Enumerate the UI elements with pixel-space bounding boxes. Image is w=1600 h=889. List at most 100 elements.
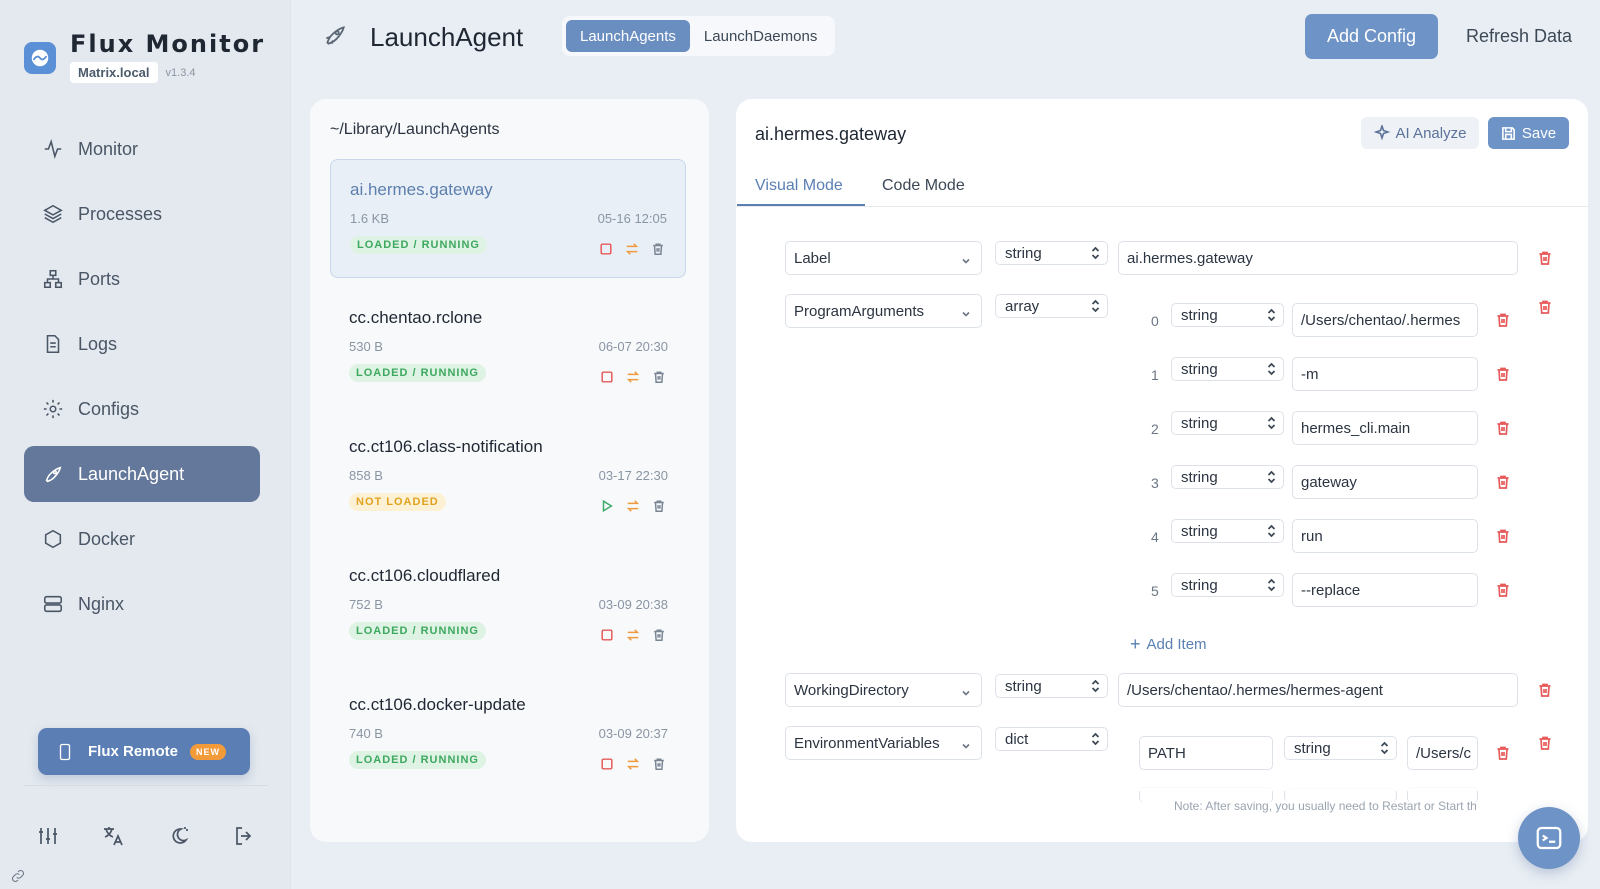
trash-icon[interactable]	[1495, 528, 1511, 549]
ai-analyze-button[interactable]: AI Analyze	[1361, 117, 1479, 149]
key-select-value: ProgramArguments	[794, 302, 925, 320]
theme-icon[interactable]	[167, 824, 191, 848]
stop-icon[interactable]	[599, 242, 613, 256]
type-select[interactable]: string	[995, 241, 1108, 265]
item-date: 06-07 20:30	[598, 339, 668, 354]
restart-icon[interactable]	[626, 628, 640, 642]
restart-icon[interactable]	[626, 499, 640, 513]
key-select[interactable]: ProgramArguments	[785, 294, 982, 328]
value-input[interactable]: /Users/chentao/.hermes	[1292, 303, 1478, 337]
list-item[interactable]: cc.ct106.class-notification 858 B 03-17 2…	[330, 417, 686, 536]
trash-icon[interactable]	[1495, 474, 1511, 495]
sidebar-item-launchagent[interactable]: LaunchAgent	[24, 446, 260, 502]
restart-icon[interactable]	[626, 757, 640, 771]
trash-icon[interactable]	[1537, 250, 1553, 271]
tab-launchagents[interactable]: LaunchAgents	[566, 20, 690, 52]
tab-visual-mode[interactable]: Visual Mode	[755, 177, 843, 195]
save-icon	[1501, 126, 1515, 140]
trash-icon[interactable]	[651, 242, 665, 256]
trash-icon[interactable]	[1495, 745, 1511, 766]
env-value-input[interactable]: /Users/c	[1407, 736, 1478, 770]
sidebar-item-label: Docker	[78, 528, 136, 549]
sidebar-item-processes[interactable]: Processes	[24, 186, 260, 242]
type-select[interactable]: string	[1284, 736, 1397, 760]
logout-icon[interactable]	[232, 824, 256, 848]
trash-icon[interactable]	[1495, 366, 1511, 387]
list-path: ~/Library/LaunchAgents	[330, 121, 500, 138]
trash-icon[interactable]	[652, 499, 666, 513]
type-select-value: string	[1181, 414, 1218, 432]
stop-icon[interactable]	[600, 370, 614, 384]
terminal-button[interactable]	[1518, 807, 1580, 869]
sidebar-item-ports[interactable]: Ports	[24, 251, 260, 307]
restart-icon[interactable]	[625, 242, 639, 256]
editor-tabs: Visual Mode Code Mode	[736, 167, 1588, 207]
trash-icon[interactable]	[1537, 299, 1553, 320]
type-select[interactable]: string	[1171, 303, 1284, 327]
phone-icon	[59, 743, 71, 760]
value-input[interactable]: run	[1292, 519, 1478, 553]
trash-icon[interactable]	[1495, 582, 1511, 603]
type-select[interactable]: string	[1171, 411, 1284, 435]
list-item[interactable]: cc.chentao.rclone 530 B 06-07 20:30 LOADE…	[330, 288, 686, 407]
env-key-input[interactable]: PATH	[1139, 736, 1273, 770]
type-select[interactable]: array	[995, 294, 1108, 318]
trash-icon[interactable]	[652, 628, 666, 642]
value-input[interactable]: hermes_cli.main	[1292, 411, 1478, 445]
translate-icon[interactable]	[101, 824, 125, 848]
trash-icon[interactable]	[652, 757, 666, 771]
trash-icon[interactable]	[1537, 682, 1553, 703]
stop-icon[interactable]	[600, 757, 614, 771]
stop-icon[interactable]	[600, 628, 614, 642]
save-button[interactable]: Save	[1488, 117, 1569, 149]
value-input[interactable]: --replace	[1292, 573, 1478, 607]
trash-icon[interactable]	[652, 370, 666, 384]
sidebar-item-label: Monitor	[78, 138, 139, 159]
updown-icon	[1267, 578, 1276, 596]
type-select[interactable]: string	[995, 674, 1108, 698]
sidebar-item-nginx[interactable]: Nginx	[24, 576, 260, 632]
type-select[interactable]: string	[1171, 519, 1284, 543]
key-select[interactable]: Label	[785, 241, 982, 275]
tab-code-mode[interactable]: Code Mode	[882, 177, 965, 195]
value-input[interactable]: ai.hermes.gateway	[1118, 241, 1518, 275]
value-input[interactable]: gateway	[1292, 465, 1478, 499]
sidebar-item-monitor[interactable]: Monitor	[24, 121, 260, 177]
rocket-icon	[45, 466, 62, 483]
list-item[interactable]: ai.hermes.gateway 1.6 KB 05-16 12:05 LOAD…	[330, 159, 686, 278]
tab-launchdaemons[interactable]: LaunchDaemons	[690, 20, 831, 52]
value-input[interactable]: /Users/chentao/.hermes/hermes-agent	[1118, 673, 1518, 707]
updown-icon	[1267, 362, 1276, 380]
item-date: 03-09 20:37	[598, 726, 668, 741]
rocket-icon	[322, 22, 348, 53]
key-select[interactable]: WorkingDirectory	[785, 673, 982, 707]
trash-icon[interactable]	[1537, 735, 1553, 756]
type-select[interactable]: string	[1171, 357, 1284, 381]
sliders-icon[interactable]	[36, 824, 60, 848]
restart-icon[interactable]	[626, 370, 640, 384]
list-item[interactable]: cc.ct106.docker-update 740 B 03-09 20:37 …	[330, 675, 686, 794]
refresh-data-button[interactable]: Refresh Data	[1466, 26, 1572, 47]
type-select[interactable]: string	[1171, 465, 1284, 489]
status-badge: LOADED / RUNNING	[349, 622, 486, 640]
trash-icon[interactable]	[1495, 312, 1511, 333]
add-item-button[interactable]: + Add Item	[1130, 634, 1207, 655]
key-select[interactable]: EnvironmentVariables	[785, 726, 982, 760]
sidebar-item-label: Logs	[78, 333, 118, 354]
sidebar-item-configs[interactable]: Configs	[24, 381, 260, 437]
sidebar-item-logs[interactable]: Logs	[24, 316, 260, 372]
sidebar-item-docker[interactable]: Docker	[24, 511, 260, 567]
list-item[interactable]: cc.ct106.cloudflared 752 B 03-09 20:38 LO…	[330, 546, 686, 665]
trash-icon[interactable]	[1495, 420, 1511, 441]
value-input[interactable]: -m	[1292, 357, 1478, 391]
item-name: cc.ct106.class-notification	[349, 437, 543, 456]
play-icon[interactable]	[600, 499, 614, 513]
type-select[interactable]: string	[1171, 573, 1284, 597]
add-config-button[interactable]: Add Config	[1305, 14, 1438, 59]
terminal-icon	[1536, 826, 1562, 850]
app-version: v1.3.4	[165, 66, 196, 79]
active-tab-indicator	[737, 204, 865, 206]
flux-remote-button[interactable]: Flux Remote NEW	[38, 728, 250, 775]
save-label: Save	[1521, 124, 1557, 142]
type-select[interactable]: dict	[995, 727, 1108, 751]
